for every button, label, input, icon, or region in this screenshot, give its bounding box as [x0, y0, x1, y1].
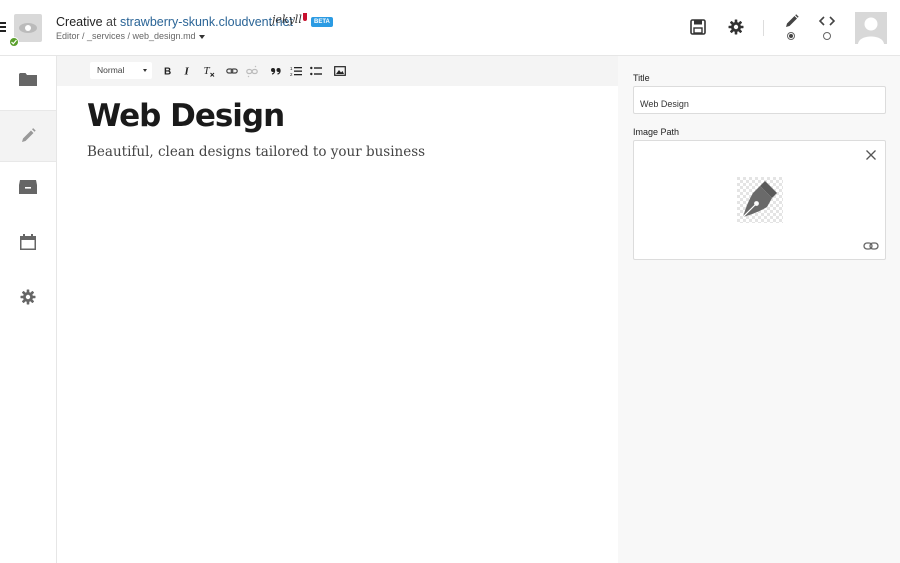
gear-icon	[20, 289, 36, 305]
site-domain-link[interactable]: strawberry-skunk.cloudvent.net	[120, 15, 293, 29]
site-title: Creative at strawberry-skunk.cloudvent.n…	[56, 15, 293, 29]
document-content[interactable]: Web Design Beautiful, clean designs tail…	[87, 98, 425, 160]
format-select[interactable]: Normal	[90, 62, 152, 79]
save-button[interactable]	[689, 18, 707, 36]
clear-format-button[interactable]: T	[203, 64, 215, 78]
format-select-value: Normal	[97, 65, 125, 75]
top-header: Creative at strawberry-skunk.cloudvent.n…	[0, 0, 900, 56]
blockquote-button[interactable]	[270, 64, 282, 78]
source-mode-toggle[interactable]	[817, 14, 837, 44]
site-status-badge	[9, 37, 19, 47]
sidebar-item-editor[interactable]	[0, 110, 56, 162]
code-icon	[818, 16, 836, 26]
bullet-list-button[interactable]	[310, 64, 322, 78]
visual-mode-radio[interactable]	[787, 32, 795, 40]
pencil-icon	[22, 128, 36, 142]
formatting-toolbar: Normal B I T 12	[57, 56, 618, 86]
eye-icon	[19, 23, 37, 33]
front-matter-panel: Title Image Path	[618, 56, 900, 563]
sidebar-item-settings[interactable]	[0, 272, 56, 324]
italic-icon: I	[184, 66, 190, 78]
link-button[interactable]	[226, 64, 238, 78]
ordered-list-button[interactable]: 12	[290, 64, 302, 78]
title-label: Title	[633, 73, 650, 83]
avatar[interactable]	[855, 12, 887, 44]
svg-text:I: I	[184, 66, 190, 78]
unlink-button[interactable]	[246, 64, 258, 78]
italic-button[interactable]: I	[183, 64, 193, 78]
image-path-label: Image Path	[633, 127, 680, 137]
unlink-icon	[246, 65, 258, 78]
folder-icon	[19, 73, 37, 86]
clear-format-icon: T	[204, 65, 215, 77]
bold-icon: B	[164, 67, 171, 78]
settings-button[interactable]	[727, 18, 745, 36]
source-mode-radio[interactable]	[823, 32, 831, 40]
calendar-icon	[20, 234, 36, 250]
save-icon	[690, 19, 706, 35]
site-name[interactable]: Creative	[56, 15, 103, 29]
svg-text:1: 1	[290, 66, 293, 71]
check-icon	[11, 39, 17, 45]
bullet-list-icon	[310, 66, 322, 76]
link-icon[interactable]	[863, 241, 879, 251]
editor-area: Normal B I T 12 Web Design Beautiful, cl…	[57, 56, 618, 563]
document-title[interactable]: Web Design	[87, 98, 425, 134]
gear-icon	[728, 19, 744, 35]
sidebar-item-files[interactable]	[0, 56, 56, 108]
image-icon	[334, 66, 346, 76]
bold-button[interactable]: B	[163, 64, 173, 78]
ordered-list-icon: 12	[290, 66, 302, 77]
title-input[interactable]	[633, 86, 886, 114]
image-button[interactable]	[334, 64, 346, 78]
beta-badge: BETA	[311, 17, 333, 27]
link-icon	[226, 68, 238, 74]
document-body[interactable]: Beautiful, clean designs tailored to you…	[87, 144, 425, 160]
image-path-field[interactable]	[633, 140, 886, 260]
sidebar	[0, 56, 57, 563]
site-thumbnail[interactable]	[14, 14, 42, 42]
visual-mode-toggle[interactable]	[781, 14, 801, 44]
chevron-down-icon[interactable]	[198, 34, 205, 39]
user-icon	[858, 17, 884, 44]
quote-icon	[271, 68, 281, 75]
svg-text:2: 2	[290, 72, 293, 77]
sidebar-item-schedule[interactable]	[0, 218, 56, 270]
site-at-label: at	[106, 15, 117, 29]
close-icon[interactable]	[865, 149, 877, 161]
toolbar-divider	[763, 20, 764, 36]
archive-icon	[19, 180, 37, 194]
jekyll-logo: jekyll	[272, 13, 307, 26]
sidebar-item-collections[interactable]	[0, 164, 56, 216]
fountain-pen-icon	[737, 177, 783, 223]
svg-text:T: T	[204, 65, 211, 77]
menu-icon[interactable]	[0, 22, 6, 32]
pencil-icon	[786, 14, 799, 27]
breadcrumb-path[interactable]: Editor / _services / web_design.md	[56, 31, 196, 41]
breadcrumb[interactable]: Editor / _services / web_design.md	[56, 31, 205, 41]
svg-text:B: B	[164, 67, 171, 78]
chevron-down-icon	[143, 69, 147, 72]
